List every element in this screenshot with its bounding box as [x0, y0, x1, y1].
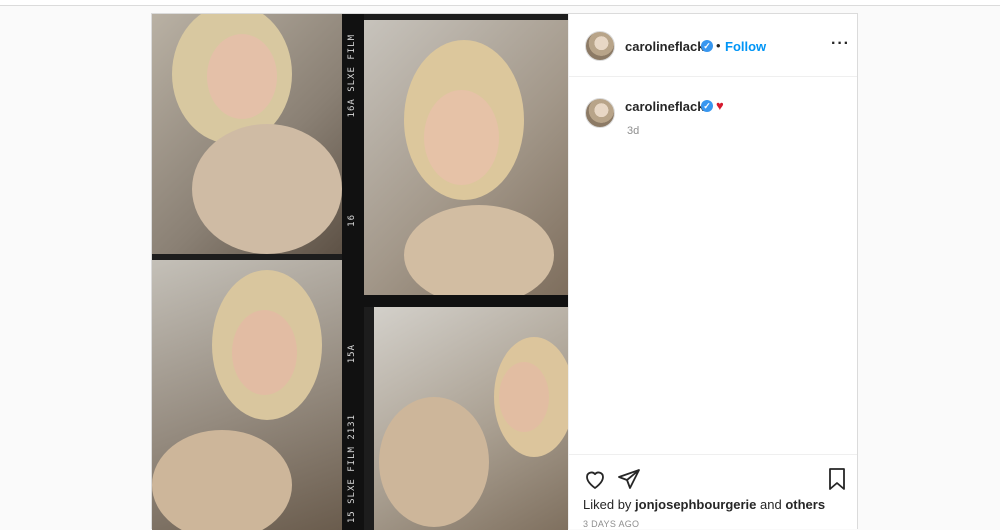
more-options-icon[interactable]: ···	[831, 35, 850, 53]
avatar[interactable]	[585, 31, 615, 61]
verified-icon: ✓	[701, 40, 713, 52]
avatar[interactable]	[585, 98, 615, 128]
top-bar	[0, 0, 1000, 6]
photo-frame	[374, 307, 568, 530]
like-heart-icon[interactable]	[583, 467, 607, 491]
bookmark-icon[interactable]	[825, 467, 849, 491]
share-icon[interactable]	[617, 467, 641, 491]
liked-others-link[interactable]: others	[785, 497, 825, 512]
caption-timestamp[interactable]: 3d	[627, 125, 639, 137]
liked-prefix: Liked by	[583, 497, 632, 512]
film-strip-label: 16	[347, 214, 357, 227]
heart-emoji: ♥	[716, 98, 724, 113]
film-strip-label: 15A	[347, 344, 357, 364]
caption-username[interactable]: carolineflack	[625, 99, 705, 114]
username-link[interactable]: carolineflack	[625, 39, 705, 54]
post-header: carolineflack ✓ • Follow ···	[569, 14, 857, 77]
post-timestamp[interactable]: 3 DAYS AGO	[583, 519, 639, 529]
film-strip-label: 15 SLXE FILM 2131	[347, 414, 357, 524]
film-strip: 16A SLXE FILM 16 15A 15 SLXE FILM 2131	[342, 14, 364, 530]
separator-dot: •	[716, 38, 721, 53]
photo-frame	[364, 20, 568, 295]
photo-frame	[152, 14, 342, 254]
liked-user-link[interactable]: jonjosephbourgerie	[635, 497, 756, 512]
verified-icon: ✓	[701, 100, 713, 112]
post-actions: Liked by jonjosephbourgerie and others 3…	[569, 454, 857, 529]
film-strip-label: 16A SLXE FILM	[347, 34, 357, 118]
liked-by-text: Liked by jonjosephbourgerie and others	[583, 497, 825, 512]
photo-frame	[152, 260, 342, 530]
follow-button[interactable]: Follow	[725, 39, 766, 54]
instagram-post: 16A SLXE FILM 16 15A 15 SLXE FILM 2131 c…	[151, 13, 858, 530]
film-strip	[364, 295, 568, 307]
post-photo[interactable]: 16A SLXE FILM 16 15A 15 SLXE FILM 2131	[152, 14, 568, 530]
post-side-panel: carolineflack ✓ • Follow ··· carolinefla…	[568, 14, 857, 529]
liked-and: and	[760, 497, 782, 512]
